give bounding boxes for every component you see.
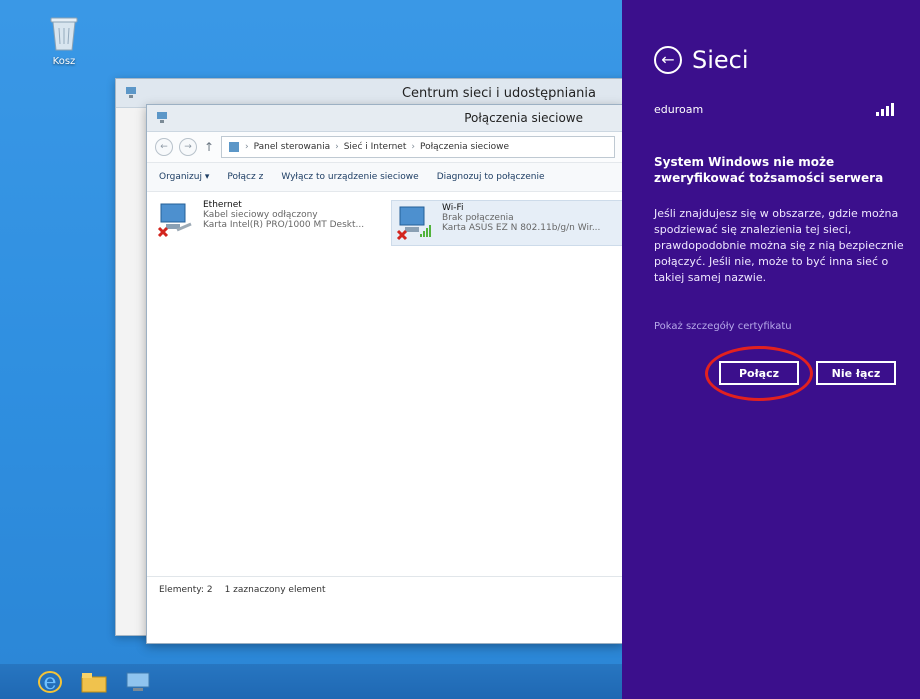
- svg-text:e: e: [43, 670, 56, 695]
- charm-title: Sieci: [692, 46, 749, 74]
- selected-count: 1 zaznaczony element: [224, 584, 326, 595]
- diagnose-connection-button[interactable]: Diagnozuj to połączenie: [437, 172, 545, 182]
- network-connections-icon: [157, 112, 167, 123]
- breadcrumb-network-internet[interactable]: Sieć i Internet: [344, 142, 407, 152]
- ethernet-adapter: Karta Intel(R) PRO/1000 MT Deskt...: [203, 220, 365, 230]
- ethernet-adapter-icon: [157, 200, 195, 238]
- disable-device-button[interactable]: Wyłącz to urządzenie sieciowe: [281, 172, 418, 182]
- charm-header: ← Sieci: [654, 46, 749, 74]
- taskbar: e: [0, 664, 622, 699]
- recycle-bin-label: Kosz: [52, 56, 76, 67]
- wifi-status: Brak połączenia: [442, 213, 514, 223]
- wifi-name: Wi-Fi: [442, 203, 464, 213]
- back-window-title: Centrum sieci i udostępniania: [401, 85, 596, 101]
- recycle-bin-icon: [50, 17, 78, 51]
- wifi-adapter: Karta ASUS EZ N 802.11b/g/n Wir...: [442, 223, 601, 233]
- status-bar: Elementy: 2 1 zaznaczony element: [147, 576, 622, 602]
- organize-menu[interactable]: Organizuj ▾: [159, 172, 209, 182]
- connect-button[interactable]: Połącz: [719, 361, 799, 385]
- wifi-adapter-icon: [396, 203, 434, 241]
- connections-list: Ethernet Kabel sieciowy odłączony Karta …: [147, 192, 622, 602]
- show-certificate-link[interactable]: Pokaż szczegóły certyfikatu: [654, 321, 792, 332]
- items-count: Elementy: 2: [159, 584, 213, 595]
- connection-item-ethernet[interactable]: Ethernet Kabel sieciowy odłączony Karta …: [157, 200, 371, 240]
- breadcrumb-network-connections[interactable]: Połączenia sieciowe: [420, 142, 509, 152]
- back-arrow-icon[interactable]: ←: [155, 138, 173, 156]
- address-row: ← → ↑ › Panel sterowania › Sieć i Intern…: [147, 132, 622, 163]
- internet-explorer-icon[interactable]: e: [34, 667, 66, 697]
- recycle-bin[interactable]: Kosz: [34, 14, 94, 67]
- connection-item-wifi[interactable]: Wi-Fi Brak połączenia Karta ASUS EZ N 80…: [391, 200, 622, 246]
- network-item-eduroam[interactable]: eduroam: [654, 102, 894, 116]
- address-bar[interactable]: › Panel sterowania › Sieć i Internet › P…: [221, 136, 615, 158]
- network-window-icon: [126, 87, 136, 98]
- networks-charm-panel: ← Sieci eduroam System Windows nie może …: [622, 0, 920, 699]
- back-arrow-icon[interactable]: ←: [654, 46, 682, 74]
- network-name: eduroam: [654, 102, 704, 116]
- ethernet-status: Kabel sieciowy odłączony: [203, 210, 318, 220]
- connect-to-button[interactable]: Połącz z: [227, 172, 263, 182]
- breadcrumb-separator-icon: ›: [335, 142, 339, 152]
- file-explorer-icon[interactable]: [78, 667, 110, 697]
- breadcrumb-separator-icon: ›: [245, 142, 249, 152]
- network-connections-window[interactable]: Połączenia sieciowe ← → ↑ › Panel sterow…: [146, 104, 622, 644]
- up-arrow-icon[interactable]: ↑: [203, 140, 215, 154]
- front-window-title: Połączenia sieciowe: [464, 111, 583, 125]
- signal-strength-icon: [876, 102, 894, 116]
- desktop: Kosz Centrum sieci i udostępniania Połąc…: [0, 0, 622, 699]
- dont-connect-button[interactable]: Nie łącz: [816, 361, 896, 385]
- warning-heading: System Windows nie może zweryfikować toż…: [654, 155, 884, 185]
- breadcrumb-separator-icon: ›: [411, 142, 415, 152]
- ethernet-name: Ethernet: [203, 200, 242, 210]
- command-toolbar: Organizuj ▾ Połącz z Wyłącz to urządzeni…: [147, 163, 622, 192]
- control-panel-icon: [229, 142, 239, 152]
- front-window-titlebar[interactable]: Połączenia sieciowe: [147, 105, 622, 132]
- breadcrumb-control-panel[interactable]: Panel sterowania: [254, 142, 331, 152]
- control-panel-taskbar-icon[interactable]: [122, 667, 154, 697]
- warning-body: Jeśli znajdujesz się w obszarze, gdzie m…: [654, 207, 904, 284]
- forward-arrow-icon[interactable]: →: [179, 138, 197, 156]
